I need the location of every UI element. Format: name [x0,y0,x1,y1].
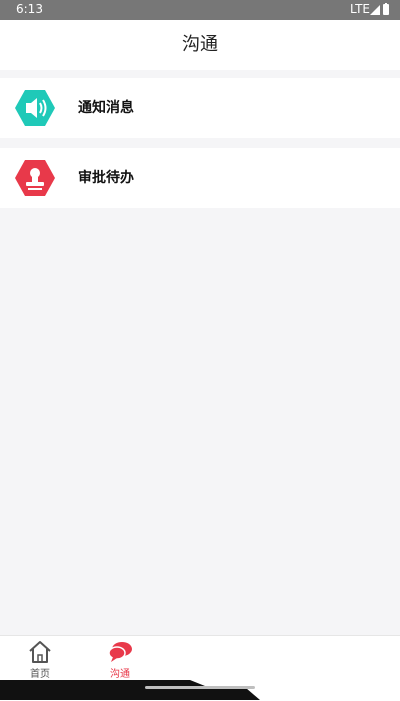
signal-icon [370,5,380,15]
speaker-icon [15,90,55,126]
chat-icon [108,642,132,662]
tab-label: 首页 [30,669,50,680]
status-bar: 6:13 LTE [0,0,400,20]
conversation-list: 通知消息 审批待办 [0,78,400,218]
list-item-notifications[interactable]: 通知消息 [0,78,400,138]
list-item-label: 通知消息 [78,100,134,116]
tab-home[interactable]: 首页 [5,640,75,680]
tab-chat[interactable]: 沟通 [85,640,155,680]
page-title: 沟通 [182,34,218,55]
list-item-label: 审批待办 [78,170,134,186]
stamp-icon [15,160,55,196]
page-header: 沟通 [0,20,400,70]
tab-label: 沟通 [110,669,130,680]
battery-icon [383,4,389,15]
system-nav-bar [0,680,400,700]
network-type: LTE [350,2,370,16]
home-icon [29,641,51,663]
status-icons [370,3,390,17]
list-item-approvals[interactable]: 审批待办 [0,148,400,208]
status-time: 6:13 [16,2,43,16]
home-indicator[interactable] [145,686,255,689]
